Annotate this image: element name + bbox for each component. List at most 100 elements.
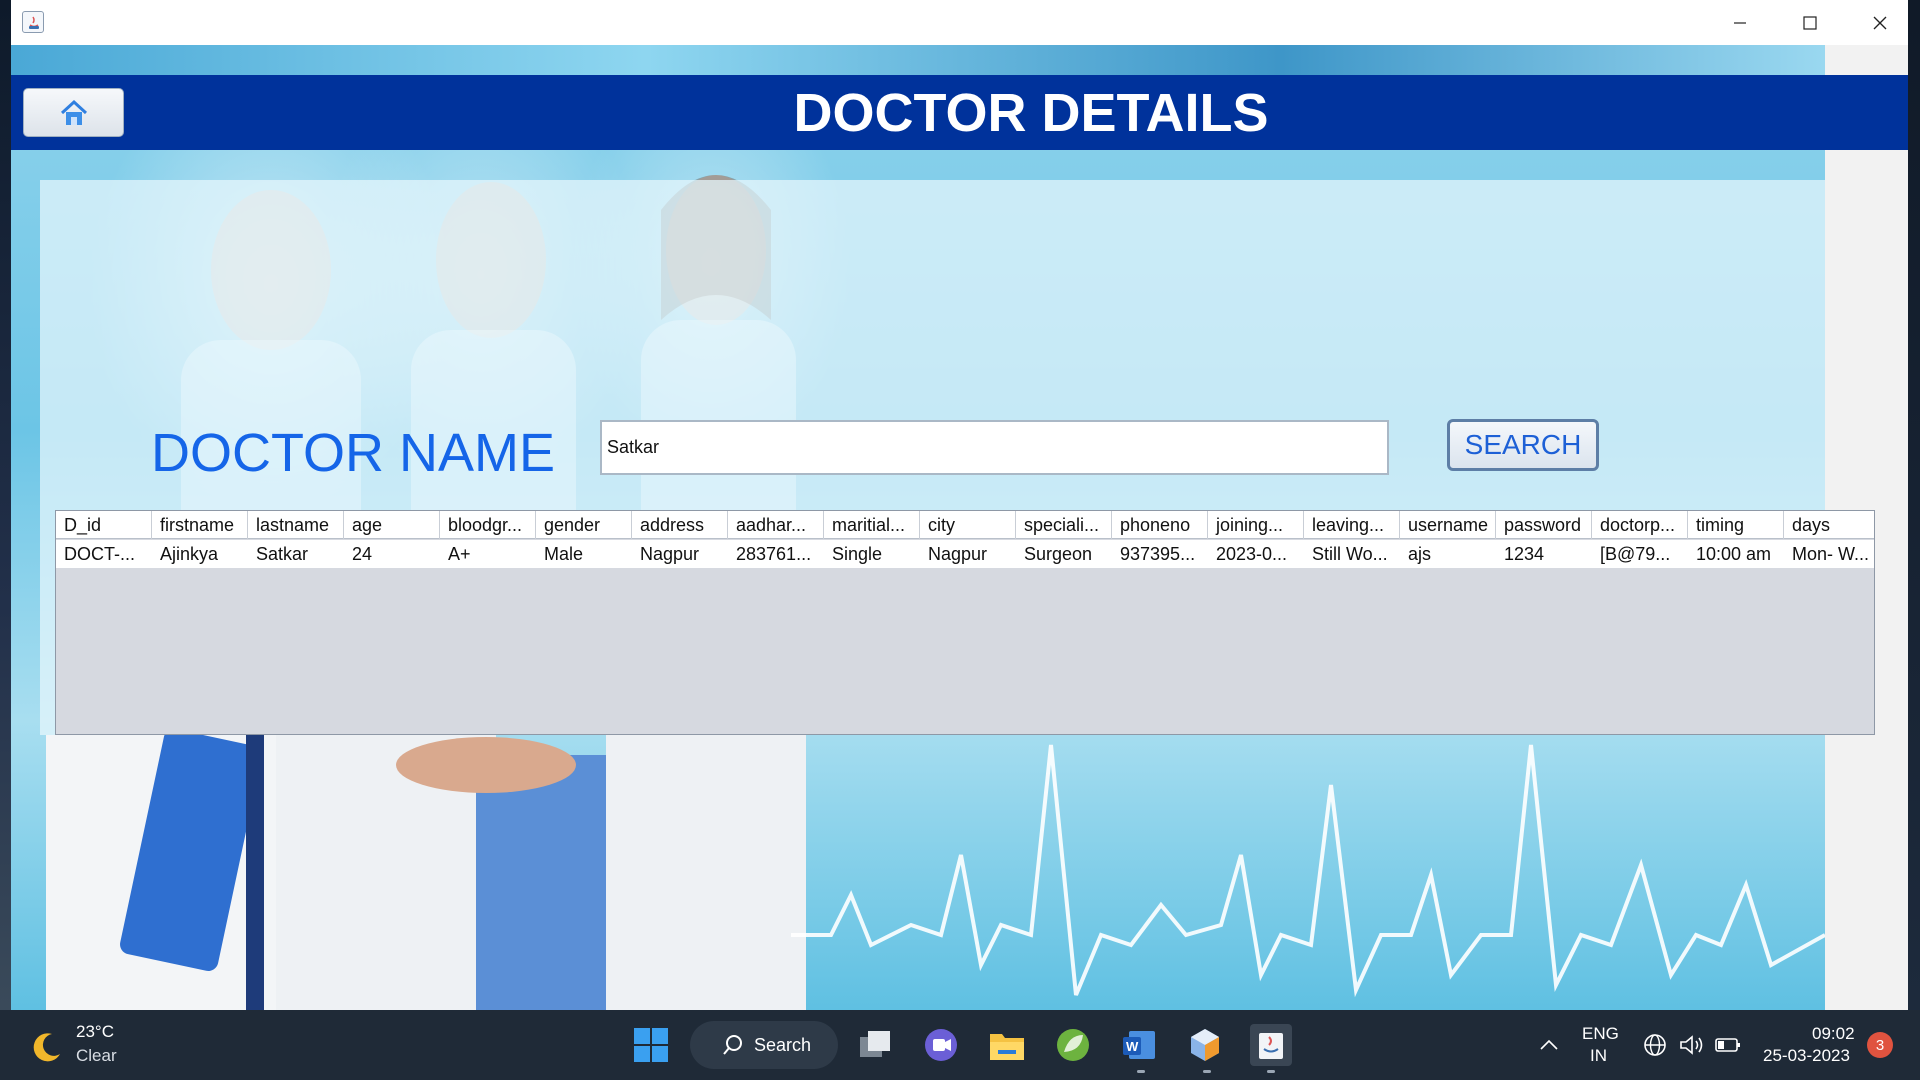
java-app-icon	[22, 11, 44, 33]
ecg-line-image	[791, 744, 1825, 998]
table-cell: 283761...	[736, 544, 812, 564]
app-window: DOCTOR DETAILS DOCTOR NAME SEARCH D_id f…	[11, 0, 1908, 1010]
taskbar-search-label: Search	[754, 1034, 812, 1055]
table-cell: Surgeon	[1024, 544, 1093, 564]
running-indicator	[1267, 1070, 1275, 1073]
column-header[interactable]: doctorp...	[1592, 511, 1688, 539]
desktop-background-right	[1908, 0, 1920, 1010]
column-header[interactable]: age	[344, 511, 440, 539]
clock-time[interactable]: 09:02	[1812, 1024, 1855, 1044]
column-header[interactable]: aadhar...	[728, 511, 824, 539]
doctor-table[interactable]: D_id firstname lastname age bloodgr... g…	[55, 510, 1875, 735]
column-header[interactable]: gender	[536, 511, 632, 539]
search-panel: DOCTOR NAME SEARCH D_id firstname lastna…	[40, 180, 1875, 735]
running-indicator	[1203, 1070, 1211, 1073]
column-header[interactable]: timing	[1688, 511, 1784, 539]
table-cell: 10:00 am	[1696, 544, 1772, 564]
volume-button[interactable]	[1670, 1024, 1712, 1066]
java-app-button[interactable]	[1250, 1024, 1292, 1066]
speaker-icon	[1680, 1035, 1703, 1055]
column-header[interactable]: joining...	[1208, 511, 1304, 539]
language-region: IN	[1590, 1046, 1607, 1065]
clock-date[interactable]: 25-03-2023	[1763, 1046, 1850, 1066]
column-header[interactable]: address	[632, 511, 728, 539]
task-view-button[interactable]	[855, 1024, 897, 1066]
column-header[interactable]: leaving...	[1304, 511, 1400, 539]
language-indicator[interactable]: ENG	[1582, 1024, 1619, 1044]
notification-badge[interactable]: 3	[1867, 1032, 1893, 1058]
doctor-name-label: DOCTOR NAME	[151, 423, 556, 483]
column-header[interactable]: lastname	[248, 511, 344, 539]
table-cell: Mon- W...	[1792, 544, 1870, 564]
windows-icon	[634, 1028, 668, 1062]
moon-icon	[33, 1033, 60, 1062]
battery-button[interactable]	[1707, 1024, 1749, 1066]
table-cell: A+	[448, 544, 471, 564]
weather-temperature: 23°C	[76, 1022, 114, 1041]
weather-condition: Clear	[76, 1046, 117, 1065]
column-header[interactable]: password	[1496, 511, 1592, 539]
column-header[interactable]: days	[1784, 511, 1874, 539]
table-cell: Nagpur	[640, 544, 700, 564]
page-title: DOCTOR DETAILS	[793, 82, 1269, 143]
minimize-icon	[1734, 21, 1746, 24]
desktop-background-left	[0, 0, 11, 1010]
table-header: D_id firstname lastname age bloodgr... g…	[56, 511, 1874, 539]
table-row[interactable]: DOCT-... Ajinkya Satkar 24 A+ Male Nagpu…	[56, 540, 1874, 568]
doctor-name-input[interactable]	[600, 420, 1389, 475]
column-header[interactable]: username	[1400, 511, 1496, 539]
battery-icon	[1715, 1038, 1740, 1052]
search-button[interactable]: SEARCH	[1447, 419, 1599, 471]
home-button[interactable]	[23, 88, 124, 137]
column-header[interactable]: firstname	[152, 511, 248, 539]
start-button[interactable]	[630, 1024, 672, 1066]
teams-button[interactable]	[920, 1024, 962, 1066]
column-header[interactable]: phoneno	[1112, 511, 1208, 539]
folder-icon	[990, 1034, 1024, 1060]
java-cup-icon	[1259, 1033, 1283, 1059]
close-button[interactable]	[1845, 0, 1908, 45]
word-button[interactable]: W	[1118, 1024, 1160, 1066]
table-cell: Male	[544, 544, 584, 564]
content-area: DOCTOR DETAILS DOCTOR NAME SEARCH D_id f…	[11, 45, 1908, 1010]
table-cell: 24	[352, 544, 373, 564]
doctors-lower-image	[46, 735, 806, 1010]
globe-icon	[1644, 1034, 1666, 1056]
maximize-button[interactable]	[1775, 0, 1845, 45]
table-cell: DOCT-...	[64, 544, 135, 564]
header-background-strip	[11, 45, 1825, 75]
table-cell: Ajinkya	[160, 544, 219, 564]
weather-widget[interactable]: 23°C Clear	[28, 1022, 168, 1070]
title-bar[interactable]	[11, 0, 1908, 45]
column-header[interactable]: speciali...	[1016, 511, 1112, 539]
column-header[interactable]: maritial...	[824, 511, 920, 539]
header-bar: DOCTOR DETAILS	[11, 75, 1908, 150]
table-cell: Single	[832, 544, 883, 564]
word-icon: W	[1123, 1031, 1155, 1059]
minimize-button[interactable]	[1705, 0, 1775, 45]
task-view-icon	[860, 1031, 890, 1057]
column-header[interactable]: bloodgr...	[440, 511, 536, 539]
table-cell: Still Wo...	[1312, 544, 1388, 564]
close-icon	[1873, 16, 1887, 29]
taskbar: 23°C Clear Search W ENG IN 09:02 25-03-2…	[0, 1010, 1920, 1080]
table-cell: Nagpur	[928, 544, 988, 564]
spring-leaf-icon	[1057, 1029, 1089, 1061]
taskbar-search[interactable]: Search	[690, 1021, 838, 1069]
table-cell: 1234	[1504, 544, 1545, 564]
running-indicator	[1137, 1070, 1145, 1073]
table-cell: 937395...	[1120, 544, 1196, 564]
column-header[interactable]: D_id	[56, 511, 152, 539]
table-cell: [B@79...	[1600, 544, 1671, 564]
table-cell: 2023-0...	[1216, 544, 1288, 564]
spring-tool-button[interactable]	[1052, 1024, 1094, 1066]
table-cell: ajs	[1408, 544, 1432, 564]
netbeans-cube-icon	[1191, 1029, 1219, 1061]
tray-overflow-button[interactable]	[1528, 1024, 1570, 1066]
column-header[interactable]: city	[920, 511, 1016, 539]
chat-icon	[925, 1029, 957, 1061]
home-icon	[60, 99, 87, 125]
table-cell: Satkar	[256, 544, 309, 564]
netbeans-button[interactable]	[1184, 1024, 1226, 1066]
file-explorer-button[interactable]	[986, 1024, 1028, 1066]
